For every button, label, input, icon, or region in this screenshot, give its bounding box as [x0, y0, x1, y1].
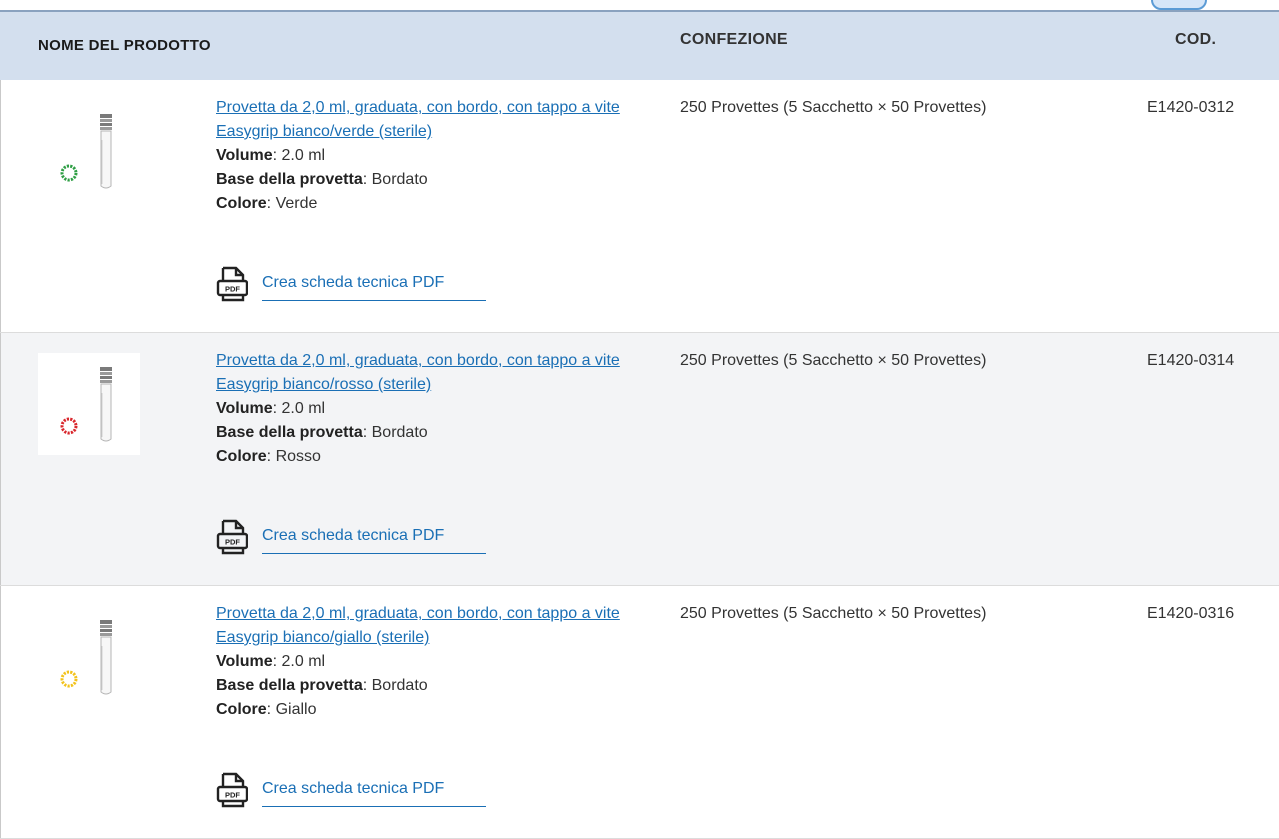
- pdf-datasheet-link[interactable]: PDF Crea scheda tecnica PDF: [216, 772, 486, 812]
- product-thumbnail[interactable]: [38, 606, 140, 708]
- pdf-document-icon: PDF: [216, 772, 248, 808]
- pack-size: 250 Provettes (5 Sacchetto × 50 Provette…: [680, 99, 987, 116]
- color-spec: Colore: Rosso: [216, 445, 636, 469]
- spec-label: Base della provetta: [216, 424, 363, 441]
- pdf-document-icon: PDF: [216, 519, 248, 555]
- table-row: Provetta da 2,0 ml, graduata, con bordo,…: [0, 80, 1279, 333]
- spec-value: : Rosso: [266, 448, 321, 465]
- volume-spec: Volume: 2.0 ml: [216, 144, 636, 168]
- row-divider: [0, 80, 1, 332]
- spec-value: : 2.0 ml: [272, 653, 326, 670]
- row-divider: [0, 333, 1, 585]
- table-row: Provetta da 2,0 ml, graduata, con bordo,…: [0, 586, 1279, 839]
- corner-button[interactable]: [1151, 0, 1207, 10]
- svg-text:PDF: PDF: [225, 285, 240, 294]
- base-spec: Base della provetta: Bordato: [216, 168, 636, 192]
- spec-label: Colore: [216, 701, 267, 718]
- tube-image: [60, 114, 112, 189]
- row-divider: [0, 586, 1, 838]
- product-thumbnail[interactable]: [38, 353, 140, 455]
- base-spec: Base della provetta: Bordato: [216, 674, 636, 698]
- product-title-link[interactable]: Provetta da 2,0 ml, graduata, con bordo,…: [216, 96, 636, 144]
- pack-size: 250 Provettes (5 Sacchetto × 50 Provette…: [680, 352, 987, 369]
- product-title-link[interactable]: Provetta da 2,0 ml, graduata, con bordo,…: [216, 602, 636, 650]
- top-strip: [0, 0, 1279, 10]
- table-header: NOME DEL PRODOTTO CONFEZIONE COD.: [0, 10, 1279, 80]
- table-row: Provetta da 2,0 ml, graduata, con bordo,…: [0, 333, 1279, 586]
- pdf-link-label[interactable]: Crea scheda tecnica PDF: [262, 778, 486, 807]
- color-spec: Colore: Giallo: [216, 698, 636, 722]
- volume-spec: Volume: 2.0 ml: [216, 397, 636, 421]
- product-code: E1420-0316: [1147, 605, 1235, 622]
- spec-value: : Verde: [266, 195, 318, 212]
- spec-value: : Bordato: [362, 171, 428, 188]
- pdf-datasheet-link[interactable]: PDF Crea scheda tecnica PDF: [216, 266, 486, 306]
- base-spec: Base della provetta: Bordato: [216, 421, 636, 445]
- spec-label: Volume: [216, 147, 273, 164]
- spec-label: Base della provetta: [216, 171, 363, 188]
- pdf-link-label[interactable]: Crea scheda tecnica PDF: [262, 272, 486, 301]
- product-info: Provetta da 2,0 ml, graduata, con bordo,…: [216, 602, 636, 722]
- tube-image: [60, 367, 112, 442]
- product-info: Provetta da 2,0 ml, graduata, con bordo,…: [216, 96, 636, 216]
- product-code: E1420-0314: [1147, 352, 1235, 369]
- product-thumbnail[interactable]: [38, 100, 140, 202]
- svg-text:PDF: PDF: [225, 791, 240, 800]
- spec-value: : 2.0 ml: [272, 400, 326, 417]
- color-spec: Colore: Verde: [216, 192, 636, 216]
- product-title-link[interactable]: Provetta da 2,0 ml, graduata, con bordo,…: [216, 349, 636, 397]
- column-header-name[interactable]: NOME DEL PRODOTTO: [38, 12, 211, 80]
- product-info: Provetta da 2,0 ml, graduata, con bordo,…: [216, 349, 636, 469]
- spec-label: Volume: [216, 400, 273, 417]
- svg-text:PDF: PDF: [225, 538, 240, 547]
- pdf-link-label[interactable]: Crea scheda tecnica PDF: [262, 525, 486, 554]
- tube-image: [60, 620, 112, 695]
- spec-value: : Bordato: [362, 677, 428, 694]
- spec-label: Base della provetta: [216, 677, 363, 694]
- spec-label: Colore: [216, 195, 267, 212]
- spec-value: : Giallo: [266, 701, 317, 718]
- pdf-document-icon: PDF: [216, 266, 248, 302]
- spec-label: Colore: [216, 448, 267, 465]
- product-code: E1420-0312: [1147, 99, 1235, 116]
- product-table: NOME DEL PRODOTTO CONFEZIONE COD. Provet…: [0, 10, 1279, 839]
- pack-size: 250 Provettes (5 Sacchetto × 50 Provette…: [680, 605, 987, 622]
- volume-spec: Volume: 2.0 ml: [216, 650, 636, 674]
- spec-label: Volume: [216, 653, 273, 670]
- spec-value: : Bordato: [362, 424, 428, 441]
- pdf-datasheet-link[interactable]: PDF Crea scheda tecnica PDF: [216, 519, 486, 559]
- spec-value: : 2.0 ml: [272, 147, 326, 164]
